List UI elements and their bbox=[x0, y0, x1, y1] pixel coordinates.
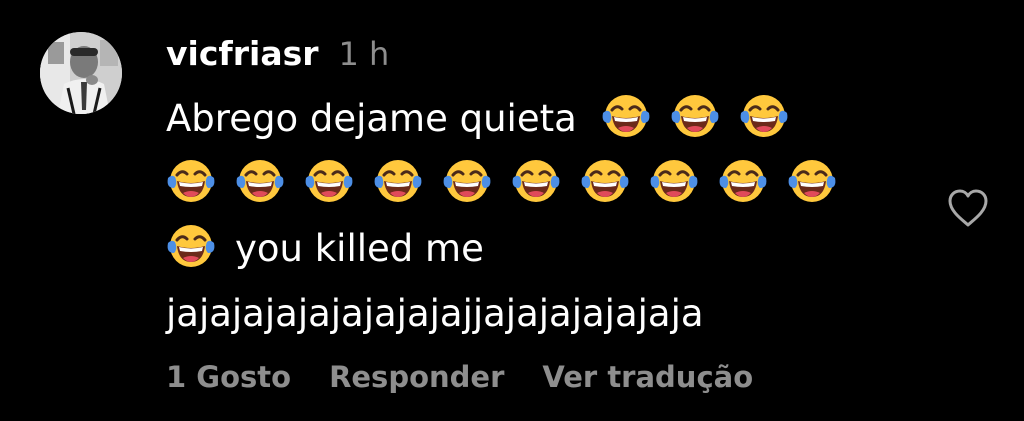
face-with-tears-of-joy-icon bbox=[373, 156, 423, 206]
comment-text-part-1: Abrego dejame quieta bbox=[166, 97, 577, 140]
face-with-tears-of-joy-icon bbox=[304, 156, 354, 206]
avatar-image bbox=[40, 32, 122, 114]
comment-line-4: jajajajajajajajajajjajajajajajaja bbox=[166, 281, 886, 346]
face-with-tears-of-joy-icon bbox=[670, 91, 720, 141]
emoji-group-line-2 bbox=[166, 160, 856, 205]
comment-line-2 bbox=[166, 151, 886, 216]
face-with-tears-of-joy-icon bbox=[235, 156, 285, 206]
emoji-group-line-1 bbox=[577, 95, 808, 140]
see-translation-button[interactable]: Ver tradução bbox=[542, 360, 753, 394]
likes-count-link[interactable]: 1 Gosto bbox=[166, 360, 291, 394]
face-with-tears-of-joy-icon bbox=[511, 156, 561, 206]
face-with-tears-of-joy-icon bbox=[166, 221, 216, 271]
timestamp[interactable]: 1 h bbox=[339, 35, 390, 73]
comment-item: vicfriasr 1 h Abrego dejame quieta you k… bbox=[0, 0, 1024, 421]
face-with-tears-of-joy-icon bbox=[787, 156, 837, 206]
avatar[interactable] bbox=[40, 32, 122, 114]
face-with-tears-of-joy-icon bbox=[580, 156, 630, 206]
username[interactable]: vicfriasr bbox=[166, 34, 319, 73]
comment-line-3: you killed me bbox=[166, 216, 886, 281]
heart-outline-icon[interactable] bbox=[944, 184, 992, 232]
comment-line-1: Abrego dejame quieta bbox=[166, 86, 886, 151]
comment-header: vicfriasr 1 h bbox=[166, 34, 389, 76]
face-with-tears-of-joy-icon bbox=[649, 156, 699, 206]
face-with-tears-of-joy-icon bbox=[601, 91, 651, 141]
face-with-tears-of-joy-icon bbox=[166, 156, 216, 206]
comment-text-part-4: jajajajajajajajajajjajajajajajaja bbox=[166, 292, 704, 335]
face-with-tears-of-joy-icon bbox=[442, 156, 492, 206]
face-with-tears-of-joy-icon bbox=[718, 156, 768, 206]
comment-actions: 1 Gosto Responder Ver tradução bbox=[166, 360, 753, 394]
comment-text: Abrego dejame quieta you killed me jajaj… bbox=[166, 86, 886, 346]
comment-text-part-3: you killed me bbox=[235, 227, 484, 270]
emoji-group-line-3 bbox=[166, 225, 235, 270]
face-with-tears-of-joy-icon bbox=[739, 91, 789, 141]
reply-button[interactable]: Responder bbox=[329, 360, 504, 394]
